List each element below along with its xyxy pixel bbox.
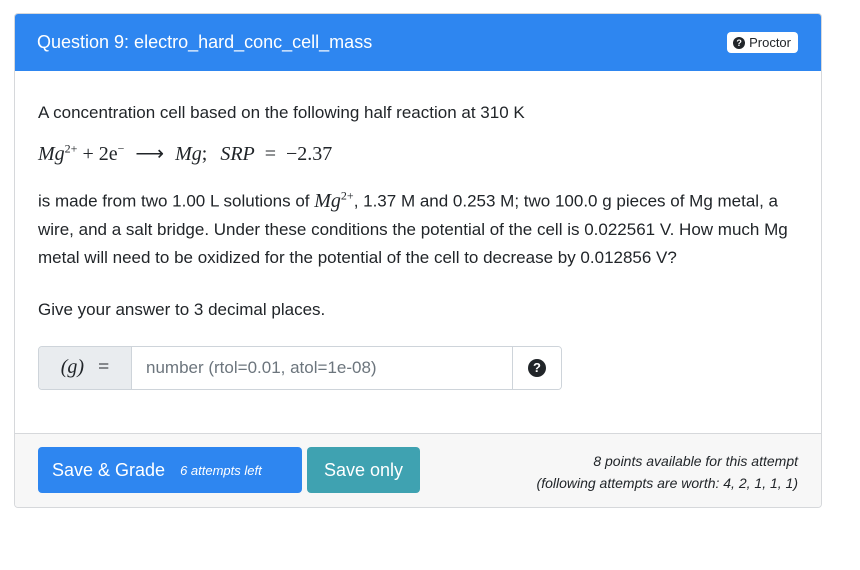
question-body-text: is made from two 1.00 L solutions of Mg2… — [38, 181, 799, 272]
eq-arrow: ⟶ — [135, 143, 165, 165]
save-grade-button[interactable]: Save & Grade 6 attempts left — [38, 447, 302, 493]
question-title: Question 9: electro_hard_conc_cell_mass — [37, 32, 373, 52]
unit-equals: = — [98, 356, 110, 379]
body-text-start: is made from two 1.00 L solutions of — [38, 191, 315, 211]
eq-srp-value: −2.37 — [286, 143, 333, 165]
question-intro: A concentration cell based on the follow… — [38, 103, 525, 122]
points-info: 8 points available for this attempt (fol… — [537, 450, 798, 494]
eq-srp-label: SRP — [220, 143, 255, 165]
attempts-left: 6 attempts left — [180, 462, 262, 478]
eq-separator: ; — [201, 143, 208, 165]
body-ion-charge: 2+ — [340, 188, 354, 202]
half-reaction-equation: Mg2+ + 2e− ⟶ Mg; SRP = −2.37 — [38, 141, 333, 165]
eq-electron-charge: − — [117, 141, 125, 156]
eq-equals: = — [264, 143, 277, 165]
question-footer: Save & Grade 6 attempts left Save only 8… — [15, 433, 821, 507]
question-body: A concentration cell based on the follow… — [15, 71, 821, 390]
question-circle-icon: ? — [528, 358, 546, 377]
question-card: Question 9: electro_hard_conc_cell_mass … — [14, 13, 822, 508]
unit-text: (g) — [60, 356, 85, 379]
eq-reactant-charge: 2+ — [64, 141, 78, 156]
answer-input-group: (g) = ? — [38, 345, 562, 390]
eq-electrons: 2e — [98, 143, 118, 165]
eq-product: Mg — [175, 143, 202, 165]
answer-instruction: Give your answer to 3 decimal places. — [38, 299, 326, 319]
save-grade-label: Save & Grade — [52, 459, 166, 480]
help-button[interactable]: ? — [512, 346, 561, 389]
proctor-label: Proctor — [749, 35, 791, 50]
unit-label: (g) = — [39, 346, 132, 389]
proctor-badge[interactable]: ? Proctor — [727, 32, 798, 53]
body-ion: Mg — [314, 189, 341, 212]
question-header: Question 9: electro_hard_conc_cell_mass … — [15, 14, 821, 71]
points-available: 8 points available for this attempt — [593, 453, 798, 469]
points-following: (following attempts are worth: 4, 2, 1, … — [536, 475, 798, 491]
answer-input[interactable] — [132, 346, 512, 389]
save-only-button[interactable]: Save only — [307, 447, 420, 493]
question-circle-icon: ? — [733, 36, 746, 49]
eq-reactant-ion: Mg — [38, 143, 65, 165]
